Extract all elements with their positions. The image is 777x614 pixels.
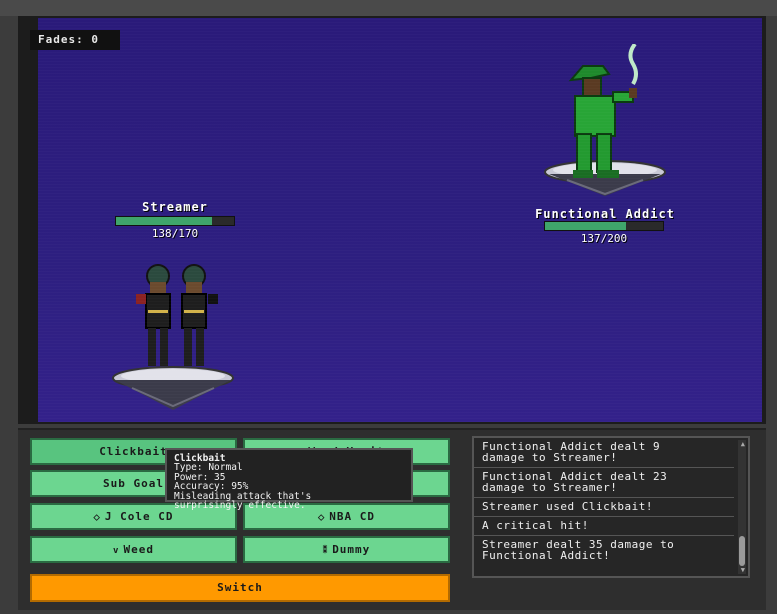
switch-button[interactable]: Switch <box>30 574 450 602</box>
cd-icon: ⬦ <box>93 513 101 523</box>
log-line: damage to Streamer! <box>482 481 618 494</box>
player-hp-text: 138/170 <box>151 227 199 240</box>
window-top-border <box>0 0 777 16</box>
item-label: NBA CD <box>329 510 376 523</box>
player-sprite <box>136 264 218 366</box>
log-entry: Streamer used Clickbait! <box>474 498 734 517</box>
enemy-hp-text: 137/200 <box>580 232 628 245</box>
log-entry: Functional Addict dealt 23 damage to Str… <box>474 468 734 498</box>
enemy-name: Functional Addict <box>535 207 675 221</box>
battle-log[interactable]: Functional Addict dealt 9 damage to Stre… <box>472 436 750 578</box>
scroll-down-icon[interactable]: ▼ <box>741 566 745 574</box>
player-hp-bar <box>115 216 235 226</box>
tooltip-desc-line2: surprisingly effective. <box>174 500 306 512</box>
item-button-weed[interactable]: v Weed <box>30 536 237 563</box>
enemy-sprite <box>568 44 638 178</box>
enemy-platform <box>544 160 666 196</box>
player-platform <box>112 366 234 410</box>
leaf-icon: v <box>113 546 120 556</box>
log-scrollbar-thumb[interactable] <box>739 536 745 566</box>
log-line: Streamer used Clickbait! <box>482 500 653 513</box>
item-label: Dummy <box>332 543 371 556</box>
log-entry: Streamer dealt 35 damage to Functional A… <box>474 536 734 565</box>
log-line: damage to Streamer! <box>482 451 618 464</box>
log-line: A critical hit! <box>482 519 589 532</box>
log-entry: Functional Addict dealt 9 damage to Stre… <box>474 438 734 468</box>
move-tooltip: Clickbait Type: Normal Power: 35 Accurac… <box>165 448 413 510</box>
log-scrollbar[interactable] <box>738 440 746 574</box>
move-label: Clickbait <box>99 445 168 458</box>
player-name: Streamer <box>142 200 208 214</box>
item-button-dummy[interactable]: ⁑ Dummy <box>243 536 450 563</box>
scroll-up-icon[interactable]: ▲ <box>741 440 745 448</box>
move-label: Sub Goal <box>103 477 164 490</box>
item-label: Weed <box>123 543 154 556</box>
log-entry: A critical hit! <box>474 517 734 536</box>
dummy-icon: ⁑ <box>322 546 329 556</box>
enemy-hp-bar <box>544 221 664 231</box>
game-frame: Fades: 0 Streamer 138/170 Functional Add… <box>0 0 777 614</box>
fades-counter: Fades: 0 <box>30 30 120 50</box>
cd-icon: ⬦ <box>317 513 326 523</box>
log-line: Functional Addict! <box>482 549 611 562</box>
player-hp-fill <box>116 217 212 225</box>
enemy-hp-fill <box>545 222 626 230</box>
item-label: J Cole CD <box>104 510 174 523</box>
